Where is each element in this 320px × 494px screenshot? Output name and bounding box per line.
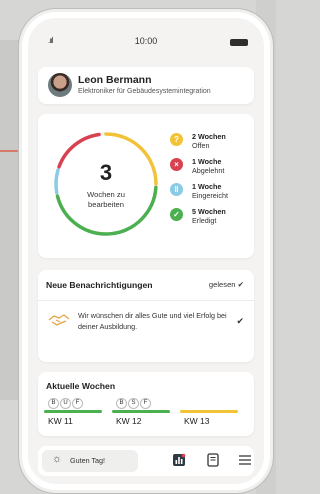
week-day-badges: BUF bbox=[48, 398, 84, 409]
legend-label: Eingereicht bbox=[192, 191, 228, 200]
day-badge: S bbox=[128, 398, 139, 409]
handshake-icon bbox=[48, 314, 70, 326]
week-status-bar bbox=[44, 410, 102, 413]
open-weeks-label: Wochen zu bearbeiten bbox=[87, 190, 125, 209]
legend-value: 1 Woche bbox=[192, 182, 222, 191]
legend-label: Abgelehnt bbox=[192, 166, 225, 175]
status-legend: ? 2 Wochen Offen × 1 Woche Abgelehnt ‖ 1… bbox=[170, 132, 260, 232]
divider bbox=[38, 300, 254, 301]
legend-item-abgelehnt: × 1 Woche Abgelehnt bbox=[170, 157, 260, 182]
pause-icon: ‖ bbox=[170, 183, 183, 196]
sun-icon: ☼ bbox=[52, 453, 63, 465]
weeks-summary-card[interactable]: 3 Wochen zu bearbeiten ? 2 Wochen Offen … bbox=[38, 114, 254, 258]
check-icon: ✓ bbox=[170, 208, 183, 221]
week-label: KW 11 bbox=[48, 416, 73, 426]
phone-frame: .ııl 10:00 Leon Bermann Elektroniker für… bbox=[22, 12, 270, 490]
legend-item-offen: ? 2 Wochen Offen bbox=[170, 132, 260, 157]
check-icon[interactable]: ✔ bbox=[236, 316, 244, 327]
notification-text: Wir wünschen dir alles Gute und viel Erf… bbox=[78, 311, 227, 331]
profile-name: Leon Bermann bbox=[78, 74, 152, 86]
legend-value: 1 Woche bbox=[192, 157, 222, 166]
mark-read-button[interactable]: gelesen ✔ bbox=[209, 280, 244, 289]
ring-center: 3 Wochen zu bearbeiten bbox=[50, 128, 162, 240]
legend-value: 2 Wochen bbox=[192, 132, 226, 141]
week-item-kw11[interactable]: BUF KW 11 bbox=[44, 398, 102, 432]
legend-label: Offen bbox=[192, 141, 210, 150]
week-label: KW 12 bbox=[116, 416, 142, 426]
week-item-kw13[interactable]: KW 13 bbox=[180, 398, 238, 432]
week-item-kw12[interactable]: BSF KW 12 bbox=[112, 398, 170, 432]
day-badge: F bbox=[140, 398, 151, 409]
open-weeks-count: 3 bbox=[99, 160, 113, 185]
day-badge: F bbox=[72, 398, 83, 409]
greeting-label: Guten Tag! bbox=[70, 456, 106, 465]
chart-icon[interactable] bbox=[172, 453, 186, 467]
current-weeks-title: Aktuelle Wochen bbox=[46, 381, 116, 391]
document-icon[interactable] bbox=[206, 453, 220, 467]
greeting-button[interactable]: ☼ Guten Tag! bbox=[42, 450, 138, 472]
day-badge: U bbox=[60, 398, 71, 409]
status-bar: .ııl 10:00 bbox=[28, 34, 264, 50]
week-day-badges: BSF bbox=[116, 398, 152, 409]
menu-icon[interactable] bbox=[238, 453, 252, 467]
notifications-title: Neue Benachrichtigungen bbox=[46, 280, 153, 290]
week-label: KW 13 bbox=[184, 416, 210, 426]
day-badge: B bbox=[48, 398, 59, 409]
background-left-panel bbox=[0, 40, 19, 400]
notifications-card: Neue Benachrichtigungen gelesen ✔ Wir wü… bbox=[38, 270, 254, 362]
battery-icon bbox=[230, 39, 248, 46]
week-status-bar bbox=[180, 410, 238, 413]
x-icon: × bbox=[170, 158, 183, 171]
legend-item-eingereicht: ‖ 1 Woche Eingereicht bbox=[170, 182, 260, 207]
profile-role: Elektroniker für Gebäudesystemintegratio… bbox=[78, 88, 211, 95]
profile-card[interactable]: Leon Bermann Elektroniker für Gebäudesys… bbox=[38, 67, 254, 104]
bottom-navigation: ☼ Guten Tag! bbox=[38, 446, 254, 476]
question-icon: ? bbox=[170, 133, 183, 146]
day-badge: B bbox=[116, 398, 127, 409]
current-weeks-card: Aktuelle Wochen BUF KW 11 BSF KW 12 KW 1… bbox=[38, 372, 254, 436]
legend-label: Erledigt bbox=[192, 216, 217, 225]
app-screen: .ııl 10:00 Leon Bermann Elektroniker für… bbox=[28, 18, 264, 484]
week-status-bar bbox=[112, 410, 170, 413]
legend-item-erledigt: ✓ 5 Wochen Erledigt bbox=[170, 207, 260, 232]
clock: 10:00 bbox=[134, 36, 158, 46]
background-red-line bbox=[0, 150, 18, 152]
legend-value: 5 Wochen bbox=[192, 207, 226, 216]
avatar bbox=[48, 73, 72, 97]
